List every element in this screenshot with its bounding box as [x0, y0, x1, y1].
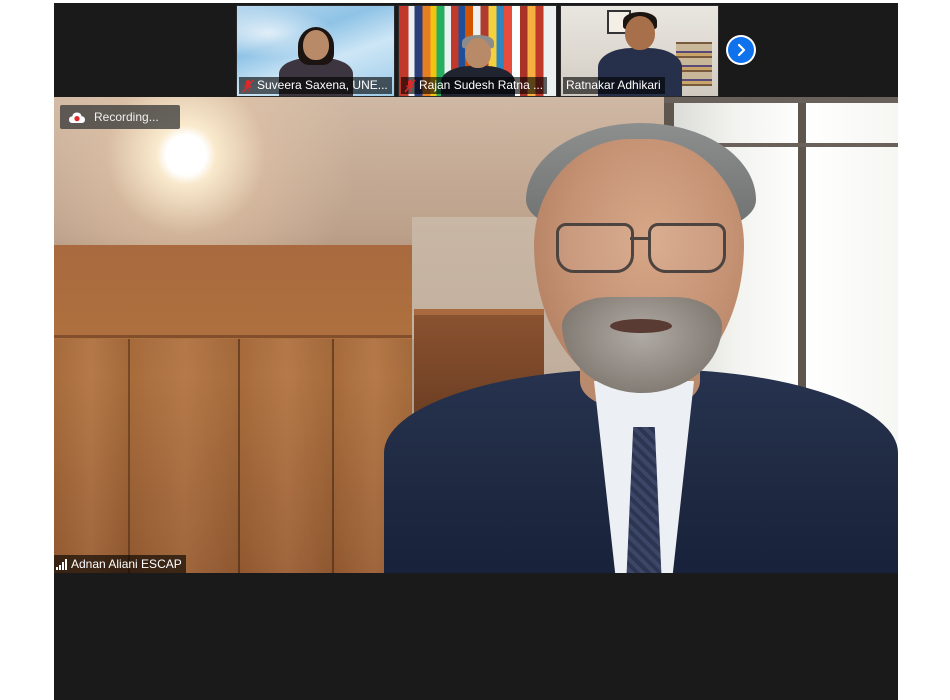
recording-indicator[interactable]: Recording... — [60, 105, 180, 129]
cloud-recording-icon — [69, 112, 85, 123]
speaker-figure — [384, 119, 898, 573]
participant-thumbnail[interactable]: Suveera Saxena, UNE... — [236, 5, 395, 97]
chevron-right-icon — [737, 43, 746, 57]
active-speaker-name: Adnan Aliani ESCAP — [71, 557, 182, 571]
recording-label: Recording... — [94, 110, 159, 124]
video-background-cabinet — [54, 245, 414, 573]
participant-name: Suveera Saxena, UNE... — [257, 78, 388, 92]
participant-name-label: Rajan Sudesh Ratna ... — [401, 77, 548, 94]
participant-thumbnail[interactable]: Ratnakar Adhikari — [560, 5, 719, 97]
participant-name-label: Suveera Saxena, UNE... — [239, 77, 392, 94]
mic-muted-icon — [242, 79, 254, 92]
participant-name: Rajan Sudesh Ratna ... — [419, 78, 544, 92]
participant-thumbnail-strip: Suveera Saxena, UNE... Rajan Sudesh Ratn… — [236, 5, 719, 97]
next-page-button[interactable] — [726, 35, 756, 65]
zoom-meeting-window: Suveera Saxena, UNE... Rajan Sudesh Ratn… — [54, 3, 898, 700]
signal-bars-icon — [56, 558, 67, 570]
participant-thumbnail[interactable]: Rajan Sudesh Ratna ... — [398, 5, 557, 97]
active-speaker-video: Recording... Adnan Aliani ESCAP — [54, 97, 898, 573]
participant-name: Ratnakar Adhikari — [566, 78, 661, 92]
active-speaker-name-label: Adnan Aliani ESCAP — [54, 555, 186, 573]
participant-name-label: Ratnakar Adhikari — [563, 77, 665, 94]
mic-muted-icon — [404, 79, 416, 92]
